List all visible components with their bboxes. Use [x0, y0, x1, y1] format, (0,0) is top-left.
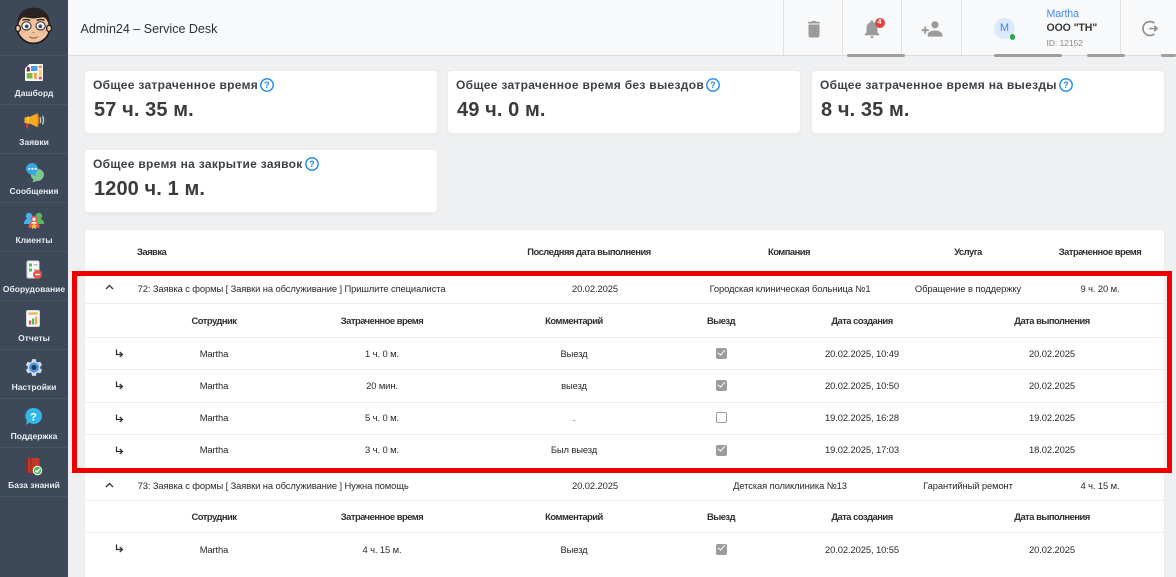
svg-text:?: ? [264, 80, 270, 90]
svg-text:?: ? [309, 159, 315, 169]
svg-text:?: ? [30, 411, 37, 423]
svg-text:?: ? [710, 80, 716, 90]
svg-text:?: ? [1063, 80, 1069, 90]
